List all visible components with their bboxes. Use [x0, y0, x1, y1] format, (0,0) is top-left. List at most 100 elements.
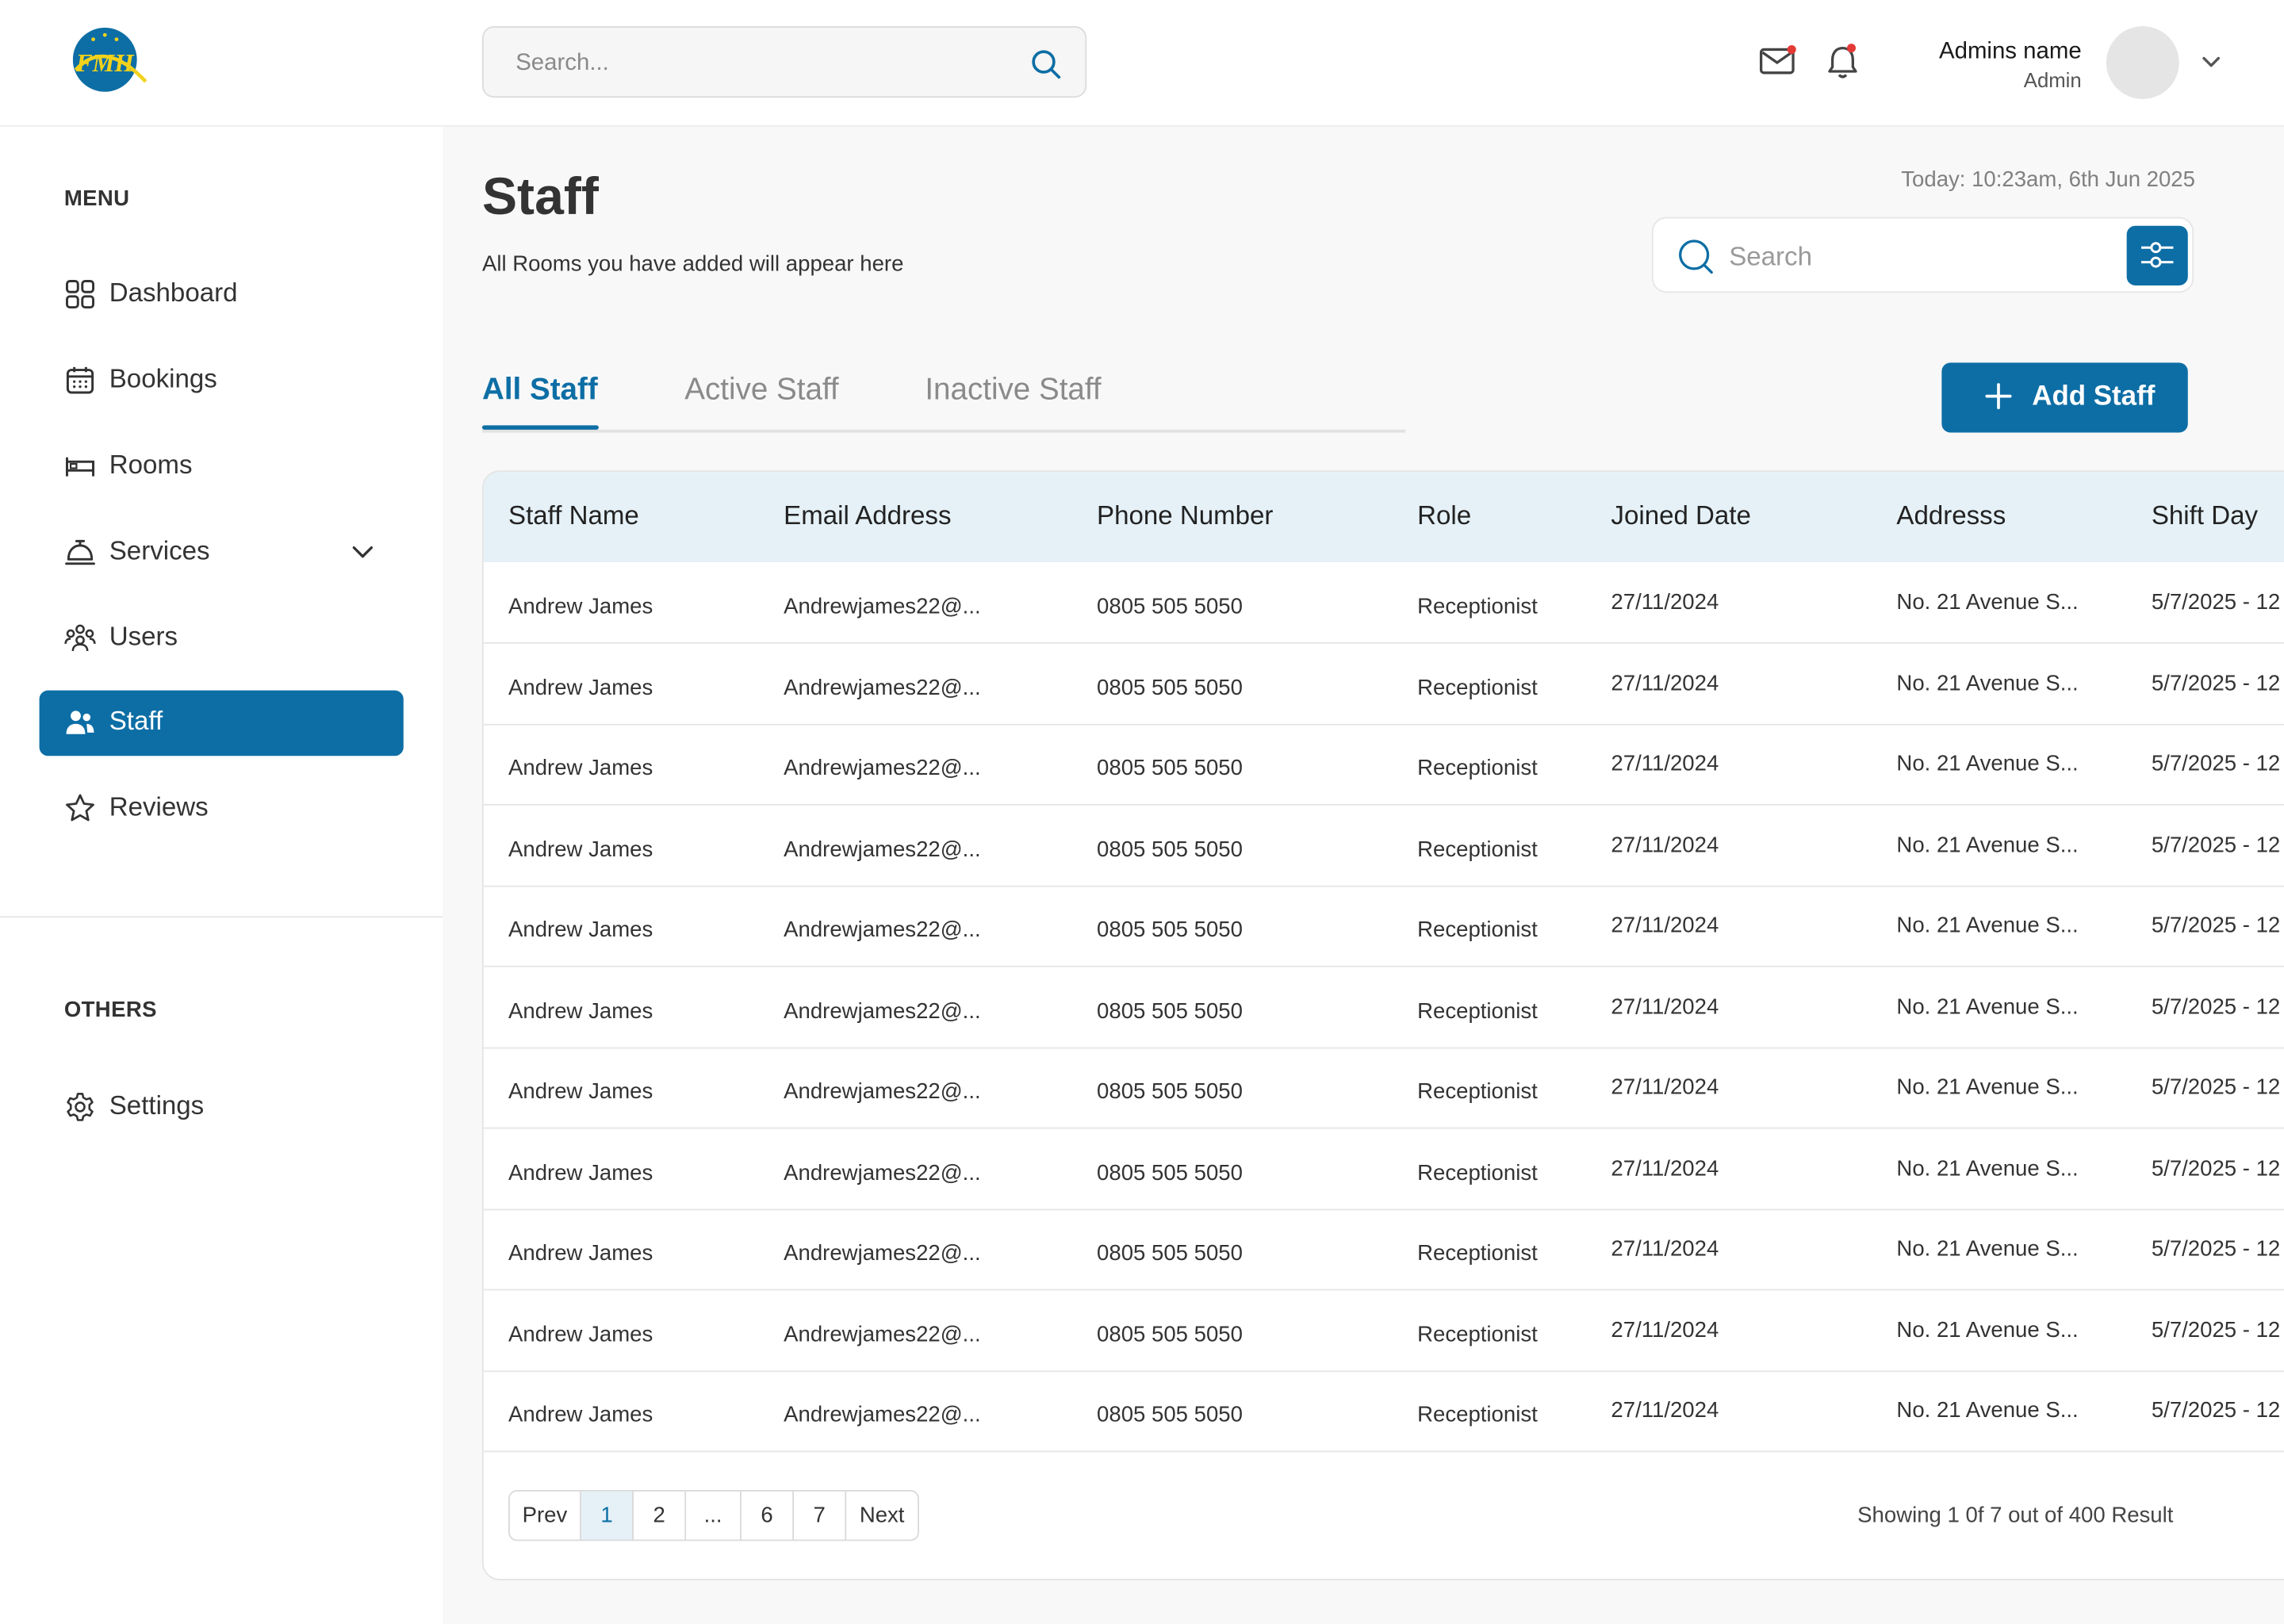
sidebar-item-label: Rooms: [109, 450, 193, 480]
pagination-page[interactable]: 1: [581, 1491, 634, 1540]
cell-email: Andrewjames22@...: [784, 837, 981, 862]
table-row[interactable]: Andrew James Andrewjames22@... 0805 505 50…: [483, 805, 2284, 887]
cell-email: Andrewjames22@...: [784, 675, 981, 700]
table-row[interactable]: Andrew James Andrewjames22@... 0805 505 50…: [483, 1128, 2284, 1210]
page-subtitle: All Rooms you have added will appear her…: [481, 251, 904, 277]
cell-shift-day: 5/7/2025 - 12: [2151, 1398, 2281, 1423]
sidebar-item-label: Staff: [109, 706, 163, 736]
top-search-bar: [481, 26, 1087, 98]
sidebar-item-label: Settings: [109, 1090, 205, 1120]
search-icon[interactable]: [1030, 48, 1062, 80]
star-icon: [66, 794, 94, 822]
cell-role: Receptionist: [1417, 917, 1538, 943]
cell-shift-day: 5/7/2025 - 12: [2151, 670, 2281, 696]
pagination-page[interactable]: 2: [634, 1491, 687, 1540]
cell-phone: 0805 505 5050: [1097, 594, 1243, 619]
cell-phone: 0805 505 5050: [1097, 917, 1243, 943]
pagination-prev[interactable]: Prev: [510, 1491, 581, 1540]
cell-role: Receptionist: [1417, 998, 1538, 1024]
table-row[interactable]: Andrew James Andrewjames22@... 0805 505 50…: [483, 1209, 2284, 1291]
staff-icon: [66, 710, 94, 734]
sidebar-item-bookings[interactable]: Bookings: [40, 348, 404, 414]
pagination-page[interactable]: 6: [742, 1491, 795, 1540]
column-header-shift-day[interactable]: Shift Day: [2152, 501, 2258, 532]
cell-email: Andrewjames22@...: [784, 594, 981, 619]
sidebar-item-rooms[interactable]: Rooms: [40, 434, 404, 500]
grid-icon: [66, 280, 95, 309]
table-row[interactable]: Andrew James Andrewjames22@... 0805 505 50…: [483, 1289, 2284, 1372]
top-search-input[interactable]: [512, 46, 1029, 82]
sidebar-item-reviews[interactable]: Reviews: [40, 776, 404, 842]
table-row[interactable]: Andrew James Andrewjames22@... 0805 505 50…: [483, 967, 2284, 1048]
table-row[interactable]: Andrew James Andrewjames22@... 0805 505 50…: [483, 562, 2284, 644]
sidebar-item-settings[interactable]: Settings: [40, 1075, 404, 1141]
cell-staff-name: Andrew James: [508, 1240, 653, 1266]
plus-icon: [1985, 383, 2012, 410]
sidebar-item-services[interactable]: Services: [40, 520, 404, 586]
table-row[interactable]: Andrew James Andrewjames22@... 0805 505 50…: [483, 1370, 2284, 1453]
cell-phone: 0805 505 5050: [1097, 1321, 1243, 1347]
logo: FMH: [72, 27, 148, 92]
cell-email: Andrewjames22@...: [784, 1079, 981, 1105]
tab-inactive-staff[interactable]: Inactive Staff: [925, 373, 1101, 408]
cell-role: Receptionist: [1417, 1402, 1538, 1428]
tab-active-staff[interactable]: Active Staff: [684, 373, 838, 408]
staff-table: Staff Name Email Address Phone Number Ro…: [481, 470, 2284, 1580]
table-row[interactable]: Andrew James Andrewjames22@... 0805 505 50…: [483, 643, 2284, 725]
cell-email: Andrewjames22@...: [784, 1240, 981, 1266]
pagination: Prev 1 2 ... 6 7 Next: [508, 1490, 919, 1542]
table-row[interactable]: Andrew James Andrewjames22@... 0805 505 50…: [483, 886, 2284, 967]
cell-staff-name: Andrew James: [508, 756, 653, 781]
chevron-down-icon[interactable]: [351, 540, 374, 563]
cell-joined-date: 27/11/2024: [1611, 1317, 1719, 1342]
column-header-address[interactable]: Addresss: [1896, 501, 2006, 532]
sidebar-item-label: Dashboard: [109, 278, 238, 308]
cell-staff-name: Andrew James: [508, 1079, 653, 1105]
column-header-email[interactable]: Email Address: [784, 501, 951, 532]
calendar-icon: [66, 366, 94, 394]
column-header-joined-date[interactable]: Joined Date: [1611, 501, 1750, 532]
cell-role: Receptionist: [1417, 1240, 1538, 1266]
logo-text: FMH: [75, 49, 136, 77]
cell-staff-name: Andrew James: [508, 917, 653, 943]
column-header-staff-name[interactable]: Staff Name: [508, 501, 639, 532]
cell-staff-name: Andrew James: [508, 675, 653, 700]
cell-address: No. 21 Avenue S...: [1896, 994, 2079, 1019]
cell-role: Receptionist: [1417, 675, 1538, 700]
column-header-phone[interactable]: Phone Number: [1097, 501, 1273, 532]
filter-button[interactable]: [2126, 225, 2188, 286]
cell-address: No. 21 Avenue S...: [1896, 1236, 2079, 1262]
cell-joined-date: 27/11/2024: [1611, 1398, 1719, 1423]
cell-role: Receptionist: [1417, 837, 1538, 862]
cell-email: Andrewjames22@...: [784, 756, 981, 781]
pagination-page[interactable]: 7: [794, 1491, 847, 1540]
sidebar-item-label: Services: [109, 535, 210, 565]
cell-shift-day: 5/7/2025 - 12: [2151, 832, 2281, 857]
pagination-next[interactable]: Next: [846, 1492, 918, 1540]
cell-email: Andrewjames22@...: [784, 1402, 981, 1428]
column-header-role[interactable]: Role: [1417, 501, 1471, 532]
notification-dot: [1787, 44, 1796, 54]
cell-email: Andrewjames22@...: [784, 998, 981, 1024]
tab-all-staff[interactable]: All Staff: [482, 373, 598, 408]
staff-search-input[interactable]: [1726, 237, 2111, 276]
cell-joined-date: 27/11/2024: [1611, 751, 1719, 776]
cell-address: No. 21 Avenue S...: [1896, 1155, 2079, 1181]
admin-role: Admin: [2023, 68, 2082, 92]
mail-icon[interactable]: [1758, 44, 1799, 79]
sidebar-item-dashboard[interactable]: Dashboard: [40, 262, 404, 328]
cell-phone: 0805 505 5050: [1097, 998, 1243, 1024]
sidebar-item-users[interactable]: Users: [40, 606, 404, 672]
cell-phone: 0805 505 5050: [1097, 1402, 1243, 1428]
chevron-down-icon[interactable]: [2201, 52, 2221, 73]
add-staff-button[interactable]: Add Staff: [1941, 362, 2188, 433]
cell-joined-date: 27/11/2024: [1611, 1074, 1719, 1100]
table-row[interactable]: Andrew James Andrewjames22@... 0805 505 50…: [483, 724, 2284, 806]
table-row[interactable]: Andrew James Andrewjames22@... 0805 505 50…: [483, 1048, 2284, 1129]
cell-shift-day: 5/7/2025 - 12: [2151, 1074, 2281, 1100]
avatar[interactable]: [2106, 26, 2179, 99]
sidebar-item-staff[interactable]: Staff: [39, 690, 404, 756]
cell-staff-name: Andrew James: [508, 1159, 653, 1185]
bell-icon[interactable]: [1825, 40, 1863, 81]
cell-joined-date: 27/11/2024: [1611, 832, 1719, 857]
